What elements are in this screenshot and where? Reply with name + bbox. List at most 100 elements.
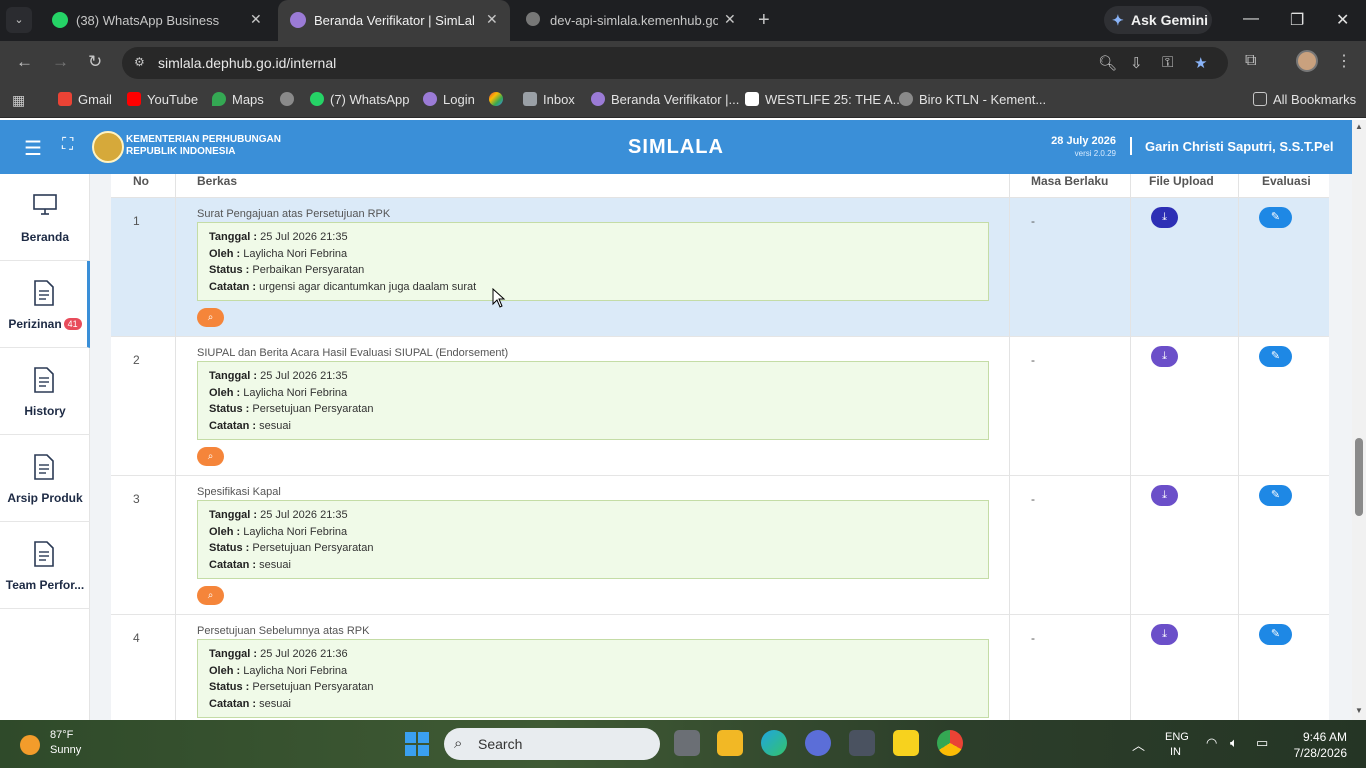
extensions-icon[interactable]: ⧉ bbox=[1245, 52, 1256, 70]
scrollbar-thumb[interactable] bbox=[1355, 438, 1363, 516]
forward-icon[interactable]: → bbox=[52, 52, 69, 72]
note-status: Status : Persetujuan Persyaratan bbox=[209, 540, 977, 557]
page-scrollbar[interactable]: ▲ ▼ bbox=[1352, 120, 1366, 720]
edit-button[interactable]: ✎ bbox=[1259, 624, 1292, 645]
app-icon[interactable] bbox=[805, 730, 831, 756]
install-app-icon[interactable]: ⇩ bbox=[1130, 54, 1143, 72]
sidebar-item-arsip-produk[interactable]: Arsip Produk bbox=[0, 435, 90, 522]
col-masa-berlaku: Masa Berlaku bbox=[1031, 174, 1109, 188]
label: Status : bbox=[209, 264, 250, 276]
scroll-down-icon[interactable]: ▼ bbox=[1355, 706, 1363, 715]
bookmark-star-icon[interactable]: ★ bbox=[1194, 54, 1207, 72]
wifi-icon[interactable]: ◠ bbox=[1206, 735, 1217, 751]
zoom-icon[interactable]: 🔍︎ bbox=[1098, 54, 1117, 72]
new-tab-icon[interactable]: + bbox=[758, 9, 770, 32]
bookmark-gmail[interactable]: Gmail bbox=[58, 92, 112, 107]
clock-time[interactable]: 9:46 AM bbox=[1295, 730, 1347, 744]
sidebar-item-perizinan[interactable]: Perizinan 41 bbox=[0, 261, 90, 348]
restore-icon[interactable]: ❐ bbox=[1290, 10, 1304, 30]
bookmark-maps[interactable]: Maps bbox=[212, 92, 264, 107]
sticky-notes-icon[interactable] bbox=[893, 730, 919, 756]
apps-grid-icon[interactable]: ▦ bbox=[12, 92, 25, 109]
file-explorer-icon[interactable] bbox=[717, 730, 743, 756]
taskbar-search[interactable]: ⌕ Search bbox=[444, 728, 660, 760]
close-icon[interactable]: ✕ bbox=[724, 11, 736, 28]
sidebar-item-team-performance[interactable]: Team Perfor... bbox=[0, 522, 90, 609]
task-view-icon[interactable] bbox=[674, 730, 700, 756]
scroll-up-icon[interactable]: ▲ bbox=[1355, 122, 1363, 131]
row-number: 3 bbox=[133, 492, 140, 506]
chrome-menu-icon[interactable]: ⋮ bbox=[1336, 51, 1352, 71]
close-icon[interactable]: ✕ bbox=[250, 11, 262, 28]
value: Laylicha Nori Febrina bbox=[243, 247, 348, 260]
label: Oleh : bbox=[209, 386, 241, 399]
label: Oleh : bbox=[209, 525, 241, 538]
all-bookmarks[interactable]: All Bookmarks bbox=[1253, 92, 1356, 107]
note-oleh: Oleh : Laylicha Nori Febrina bbox=[209, 385, 977, 402]
download-button[interactable]: ⤓ bbox=[1151, 485, 1178, 506]
tab-search-icon[interactable]: ⌄ bbox=[6, 7, 32, 33]
bookmark-youtube[interactable]: YouTube bbox=[127, 92, 198, 107]
tab-whatsapp[interactable]: (38) WhatsApp Business ✕ bbox=[40, 0, 274, 41]
download-button[interactable]: ⤓ bbox=[1151, 346, 1178, 367]
profile-avatar[interactable] bbox=[1296, 50, 1318, 72]
sidebar-item-beranda[interactable]: Beranda bbox=[0, 174, 90, 261]
search-button[interactable]: ⌕ bbox=[197, 308, 224, 327]
address-bar[interactable]: ⚙ simlala.dephub.go.id/internal 🔍︎ ⇩ ⚿ ★ bbox=[122, 47, 1228, 79]
tab-dev-api[interactable]: dev-api-simlala.kemenhub.go.id ✕ bbox=[514, 0, 748, 41]
url-text[interactable]: simlala.dephub.go.id/internal bbox=[158, 55, 336, 71]
ask-gemini-button[interactable]: ✦ Ask Gemini bbox=[1104, 6, 1212, 34]
battery-icon[interactable]: ▭ bbox=[1256, 735, 1268, 751]
download-button[interactable]: ⤓ bbox=[1151, 207, 1178, 228]
note-status: Status : Persetujuan Persyaratan bbox=[209, 679, 977, 696]
user-name[interactable]: Garin Christi Saputri, S.S.T.Pel bbox=[1145, 139, 1334, 154]
tab-title: Beranda Verifikator | SimLala bbox=[314, 13, 474, 28]
bookmark-photos[interactable] bbox=[489, 92, 509, 107]
camera-icon[interactable] bbox=[849, 730, 875, 756]
bookmark-westlife[interactable]: WESTLIFE 25: THE A... bbox=[745, 92, 903, 107]
bookmark-label: (7) WhatsApp bbox=[330, 92, 410, 107]
window-close-icon[interactable]: ✕ bbox=[1336, 10, 1349, 30]
site-info-icon[interactable]: ⚙ bbox=[134, 55, 145, 69]
windows-start-icon[interactable] bbox=[405, 732, 429, 756]
download-button[interactable]: ⤓ bbox=[1151, 624, 1178, 645]
row-number: 1 bbox=[133, 214, 140, 228]
minimize-icon[interactable]: — bbox=[1243, 10, 1259, 28]
value: 25 Jul 2026 21:35 bbox=[260, 370, 348, 382]
bookmark-whatsapp[interactable]: (7) WhatsApp bbox=[310, 92, 409, 107]
password-key-icon[interactable]: ⚿ bbox=[1162, 54, 1173, 71]
bookmark-inbox[interactable]: Inbox bbox=[523, 92, 575, 107]
document-icon bbox=[32, 279, 56, 307]
edit-button[interactable]: ✎ bbox=[1259, 485, 1292, 506]
bookmark-globe[interactable] bbox=[280, 92, 300, 107]
reload-icon[interactable]: ↻ bbox=[88, 52, 102, 72]
search-button[interactable]: ⌕ bbox=[197, 447, 224, 466]
back-icon[interactable]: ← bbox=[16, 52, 33, 72]
input-region[interactable]: IN bbox=[1170, 746, 1181, 758]
tab-simlala[interactable]: Beranda Verifikator | SimLala ✕ bbox=[278, 0, 510, 41]
sidebar-item-history[interactable]: History bbox=[0, 348, 90, 435]
bookmark-biro-ktln[interactable]: Biro KTLN - Kement... bbox=[899, 92, 1046, 107]
col-no: No bbox=[133, 174, 149, 188]
edit-button[interactable]: ✎ bbox=[1259, 207, 1292, 228]
sidebar-label-text: Perizinan bbox=[8, 317, 62, 331]
bookmark-login[interactable]: Login bbox=[423, 92, 475, 107]
search-button[interactable]: ⌕ bbox=[197, 586, 224, 605]
volume-icon[interactable]: 🔈︎ bbox=[1230, 735, 1238, 751]
whatsapp-icon bbox=[52, 12, 68, 28]
bookmark-label: Beranda Verifikator |... bbox=[611, 92, 740, 107]
input-language[interactable]: ENG bbox=[1165, 731, 1189, 743]
clock-date[interactable]: 7/28/2026 bbox=[1275, 746, 1347, 760]
label: Status : bbox=[209, 681, 250, 693]
close-icon[interactable]: ✕ bbox=[486, 11, 498, 28]
tray-overflow-icon[interactable]: ︿ bbox=[1132, 735, 1145, 754]
note-tanggal: Tanggal : 25 Jul 2026 21:35 bbox=[209, 229, 977, 246]
value: Persetujuan Persyaratan bbox=[252, 542, 374, 554]
chrome-icon[interactable] bbox=[937, 730, 963, 756]
bookmark-beranda[interactable]: Beranda Verifikator |... bbox=[591, 92, 739, 107]
edge-icon[interactable] bbox=[761, 730, 787, 756]
note-tanggal: Tanggal : 25 Jul 2026 21:36 bbox=[209, 646, 977, 663]
sun-icon bbox=[20, 735, 40, 755]
edit-button[interactable]: ✎ bbox=[1259, 346, 1292, 367]
globe-icon bbox=[280, 92, 294, 106]
